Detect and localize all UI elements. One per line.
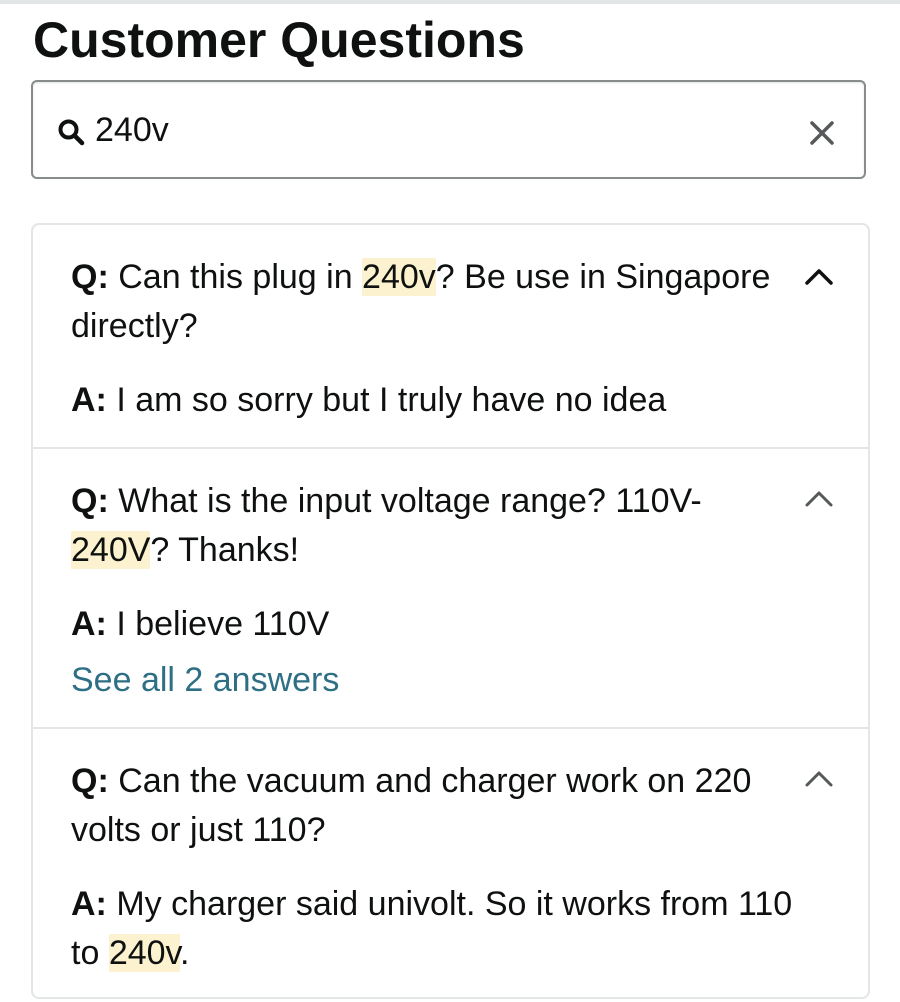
search-icon [58,119,85,146]
answer-text: A: My charger said univolt. So it works … [71,885,793,972]
answer-prefix: A: [71,605,107,643]
top-divider [0,0,900,4]
search-highlight: 240v [108,934,181,972]
qa-item: Q: Can the vacuum and charger work on 22… [33,727,868,997]
chevron-up-icon[interactable] [801,767,837,791]
page-title: Customer Questions [33,12,525,68]
question-text: Q: Can the vacuum and charger work on 22… [71,762,752,849]
qa-list: Q: Can this plug in 240v? Be use in Sing… [31,223,870,999]
answer-prefix: A: [71,885,107,923]
answer-text: A: I am so sorry but I truly have no ide… [71,381,667,419]
answer-prefix: A: [71,381,107,419]
qa-item: Q: Can this plug in 240v? Be use in Sing… [33,225,868,447]
question-text: Q: What is the input voltage range? 110V… [71,482,702,569]
qa-item: Q: What is the input voltage range? 110V… [33,447,868,727]
question-text: Q: Can this plug in 240v? Be use in Sing… [71,258,771,345]
search-box[interactable] [31,80,866,179]
search-highlight: 240v [362,258,436,296]
question-prefix: Q: [71,482,109,520]
search-highlight: 240V [71,531,151,569]
close-icon[interactable] [809,120,835,146]
chevron-up-icon[interactable] [801,265,837,289]
question-prefix: Q: [71,762,109,800]
chevron-up-icon[interactable] [801,487,837,511]
search-input[interactable] [95,102,775,158]
answer-text: A: I believe 110V [71,605,330,643]
question-prefix: Q: [71,258,109,296]
see-all-answers-link[interactable]: See all 2 answers [71,656,339,705]
